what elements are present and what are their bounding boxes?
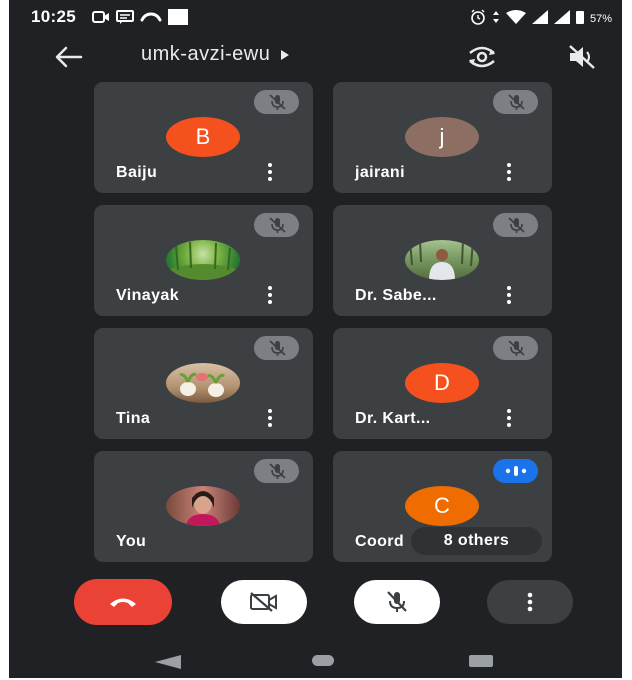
muted-badge (493, 90, 538, 114)
participant-tile[interactable]: Tina (94, 328, 313, 439)
participant-tile[interactable]: Dr. Sabe... (333, 205, 552, 316)
speaker-off-button[interactable] (564, 42, 600, 72)
participant-name: Baiju (116, 164, 158, 181)
audio-level-icon (505, 466, 526, 476)
square-notification-icon (168, 9, 188, 30)
participant-name: You (116, 533, 147, 550)
alarm-icon (470, 9, 486, 28)
participant-name: Dr. Kart... (355, 410, 431, 427)
avatar: D (405, 363, 479, 403)
phone-screen: 10:25 57% umk-avzi-ewu B Baiju j jairani… (9, 0, 622, 678)
more-vert-icon (527, 592, 533, 612)
volume-off-icon (569, 45, 595, 69)
participant-tile-self[interactable]: You (94, 451, 313, 562)
participant-tile[interactable]: j jairani (333, 82, 552, 193)
avatar-photo-self (166, 486, 240, 526)
status-bar: 10:25 57% (9, 0, 622, 34)
battery-percent: 57% (589, 12, 612, 25)
participant-tile[interactable]: B Baiju (94, 82, 313, 193)
data-transfer-icon (492, 10, 500, 27)
more-options-icon[interactable] (260, 405, 280, 431)
mic-off-icon (507, 94, 525, 110)
mic-toggle-button[interactable] (354, 580, 440, 624)
call-notification-icon (140, 10, 162, 29)
mic-off-icon (268, 217, 286, 233)
meeting-code: umk-avzi-ewu (141, 43, 271, 65)
muted-badge (254, 459, 299, 483)
avatar: j (405, 117, 479, 157)
more-options-icon[interactable] (499, 282, 519, 308)
others-chip[interactable]: 8 others (411, 527, 542, 555)
system-icons: 57% (470, 9, 612, 28)
camera-toggle-button[interactable] (221, 580, 307, 624)
nav-back-button[interactable] (155, 655, 181, 674)
video-notification-icon (92, 10, 110, 29)
muted-badge (493, 213, 538, 237)
more-options-icon[interactable] (260, 282, 280, 308)
more-options-button[interactable] (487, 580, 573, 624)
more-options-icon[interactable] (260, 159, 280, 185)
signal-icon (531, 10, 548, 27)
meeting-header: umk-avzi-ewu (9, 34, 622, 80)
mic-off-icon (507, 340, 525, 356)
mic-off-icon (387, 591, 407, 612)
mic-off-icon (268, 94, 286, 110)
avatar: B (166, 117, 240, 157)
participant-tile[interactable]: Vinayak (94, 205, 313, 316)
nav-home-button[interactable] (312, 655, 334, 666)
switch-camera-icon (469, 46, 495, 68)
avatar-photo-forest (166, 240, 240, 280)
participant-name: jairani (355, 164, 405, 181)
caret-right-icon (281, 49, 290, 60)
more-options-icon[interactable] (499, 159, 519, 185)
battery-icon (575, 10, 584, 27)
mic-off-icon (268, 340, 286, 356)
back-button[interactable] (53, 42, 85, 72)
triangle-back-icon (155, 655, 181, 669)
arrow-left-icon (55, 46, 83, 68)
participant-tile[interactable]: D Dr. Kart... (333, 328, 552, 439)
switch-camera-button[interactable] (464, 42, 500, 72)
more-options-icon[interactable] (499, 405, 519, 431)
mic-off-icon (507, 217, 525, 233)
avatar-photo-plants (166, 363, 240, 403)
wifi-icon (505, 10, 526, 27)
phone-hangup-icon (110, 598, 136, 607)
camera-off-icon (250, 592, 277, 612)
mic-off-icon (268, 463, 286, 479)
notification-icons (92, 9, 188, 30)
muted-badge (254, 336, 299, 360)
muted-badge (493, 336, 538, 360)
system-nav-bar (9, 640, 622, 678)
signal-icon-2 (553, 10, 570, 27)
end-call-button[interactable] (74, 579, 172, 625)
participant-name: Dr. Sabe... (355, 287, 437, 304)
participant-name: Tina (116, 410, 151, 427)
avatar-photo-person (405, 240, 479, 280)
status-time: 10:25 (31, 7, 76, 26)
avatar: C (405, 486, 479, 526)
meeting-title[interactable]: umk-avzi-ewu (141, 43, 290, 66)
participant-name: Vinayak (116, 287, 179, 304)
message-notification-icon (116, 10, 134, 29)
muted-badge (254, 213, 299, 237)
call-controls (9, 575, 622, 630)
nav-recents-button[interactable] (469, 655, 493, 667)
speaking-indicator (493, 459, 538, 483)
muted-badge (254, 90, 299, 114)
participant-name: Coord (355, 533, 405, 550)
